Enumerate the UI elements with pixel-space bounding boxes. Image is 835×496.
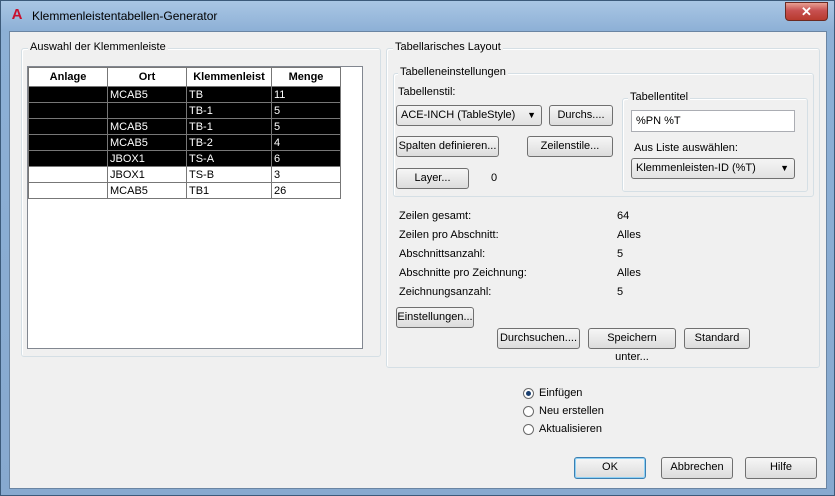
total-rows-value: 64 bbox=[617, 210, 630, 222]
total-rows-label: Zeilen gesamt: bbox=[399, 210, 472, 222]
terminal-strip-grid[interactable]: Anlage Ort Klemmenleist Menge MCAB5 TB 11 T… bbox=[27, 66, 363, 349]
cell-anlage bbox=[28, 134, 108, 151]
cell-anlage bbox=[28, 86, 108, 103]
table-row[interactable]: JBOX1 TS-A 6 bbox=[28, 150, 341, 167]
cell-anlage bbox=[28, 182, 108, 199]
define-columns-button[interactable]: Spalten definieren... bbox=[396, 136, 499, 157]
create-new-label[interactable]: Neu erstellen bbox=[539, 405, 604, 417]
title-bar[interactable]: A Klemmenleistentabellen-Generator ✕ bbox=[1, 1, 834, 31]
cell-ort: MCAB5 bbox=[107, 118, 187, 135]
drawing-count-value: 5 bbox=[617, 286, 624, 298]
cell-menge: 4 bbox=[271, 134, 341, 151]
chevron-down-icon: ▼ bbox=[780, 163, 789, 173]
cell-ort: MCAB5 bbox=[107, 86, 187, 103]
create-new-radio[interactable] bbox=[523, 406, 534, 417]
cell-anlage bbox=[28, 166, 108, 183]
standard-button[interactable]: Standard bbox=[684, 328, 750, 349]
cell-klemmenleiste: TS-B bbox=[186, 166, 272, 183]
column-header-ort[interactable]: Ort bbox=[107, 67, 187, 87]
table-title-label: Tabellentitel bbox=[628, 91, 691, 103]
rows-per-section-label: Zeilen pro Abschnitt: bbox=[399, 229, 499, 241]
cell-ort bbox=[107, 102, 187, 119]
title-token-dropdown[interactable]: Klemmenleisten-ID (%T) ▼ bbox=[631, 158, 795, 179]
terminal-strip-table: Anlage Ort Klemmenleist Menge MCAB5 TB 11 T… bbox=[28, 67, 341, 199]
terminal-strip-selection-label: Auswahl der Klemmenleiste bbox=[28, 41, 168, 53]
cell-menge: 6 bbox=[271, 150, 341, 167]
table-style-dropdown[interactable]: ACE-INCH (TableStyle) ▼ bbox=[396, 105, 542, 126]
cell-anlage bbox=[28, 150, 108, 167]
cell-menge: 3 bbox=[271, 166, 341, 183]
layer-button[interactable]: Layer... bbox=[396, 168, 469, 189]
sections-per-drawing-value: Alles bbox=[617, 267, 641, 279]
cell-menge: 5 bbox=[271, 102, 341, 119]
drawing-count-label: Zeichnungsanzahl: bbox=[399, 286, 492, 298]
table-row[interactable]: MCAB5 TB-2 4 bbox=[28, 134, 341, 151]
cell-menge: 5 bbox=[271, 118, 341, 135]
table-row[interactable]: TB-1 5 bbox=[28, 102, 341, 119]
help-button[interactable]: Hilfe bbox=[745, 457, 817, 479]
dialog-body: Auswahl der Klemmenleiste Anlage Ort Kle… bbox=[9, 31, 827, 489]
save-as-button[interactable]: Speichern unter... bbox=[588, 328, 676, 363]
cell-ort: JBOX1 bbox=[107, 166, 187, 183]
table-title-input[interactable]: %PN %T bbox=[631, 110, 795, 132]
cell-klemmenleiste: TB bbox=[186, 86, 272, 103]
window-title: Klemmenleistentabellen-Generator bbox=[32, 9, 218, 23]
cell-klemmenleiste: TB-2 bbox=[186, 134, 272, 151]
cell-menge: 11 bbox=[271, 86, 341, 103]
layer-count: 0 bbox=[491, 172, 498, 184]
ok-button[interactable]: OK bbox=[574, 457, 646, 479]
update-radio[interactable] bbox=[523, 424, 534, 435]
chevron-down-icon: ▼ bbox=[527, 110, 536, 120]
cell-klemmenleiste: TB-1 bbox=[186, 118, 272, 135]
section-count-label: Abschnittsanzahl: bbox=[399, 248, 486, 260]
insert-label[interactable]: Einfügen bbox=[539, 387, 582, 399]
settings-button[interactable]: Einstellungen... bbox=[396, 307, 474, 328]
cell-klemmenleiste: TB1 bbox=[186, 182, 272, 199]
title-token-value: Klemmenleisten-ID (%T) bbox=[636, 162, 756, 174]
cell-anlage bbox=[28, 102, 108, 119]
table-row[interactable]: JBOX1 TS-B 3 bbox=[28, 166, 341, 183]
update-label[interactable]: Aktualisieren bbox=[539, 423, 602, 435]
rows-per-section-value: Alles bbox=[617, 229, 641, 241]
section-count-value: 5 bbox=[617, 248, 624, 260]
cell-anlage bbox=[28, 118, 108, 135]
table-style-label: Tabellenstil: bbox=[398, 86, 456, 98]
browse-style-button[interactable]: Durchs.... bbox=[549, 105, 613, 126]
search-button[interactable]: Durchsuchen.... bbox=[497, 328, 580, 349]
column-header-anlage[interactable]: Anlage bbox=[28, 67, 108, 87]
autocad-app-icon: A bbox=[11, 6, 23, 23]
table-settings-label: Tabelleneinstellungen bbox=[398, 66, 508, 78]
table-header-row: Anlage Ort Klemmenleist Menge bbox=[28, 67, 341, 87]
cell-ort: JBOX1 bbox=[107, 150, 187, 167]
cancel-button[interactable]: Abbrechen bbox=[661, 457, 733, 479]
pick-from-list-label: Aus Liste auswählen: bbox=[634, 142, 738, 154]
cell-ort: MCAB5 bbox=[107, 134, 187, 151]
column-header-menge[interactable]: Menge bbox=[271, 67, 341, 87]
tabular-layout-label: Tabellarisches Layout bbox=[393, 41, 503, 53]
table-style-value: ACE-INCH (TableStyle) bbox=[401, 109, 516, 121]
sections-per-drawing-label: Abschnitte pro Zeichnung: bbox=[399, 267, 527, 279]
cell-klemmenleiste: TB-1 bbox=[186, 102, 272, 119]
cell-klemmenleiste: TS-A bbox=[186, 150, 272, 167]
table-row[interactable]: MCAB5 TB1 26 bbox=[28, 182, 341, 199]
dialog-window: A Klemmenleistentabellen-Generator ✕ Aus… bbox=[0, 0, 835, 496]
cell-menge: 26 bbox=[271, 182, 341, 199]
insert-radio[interactable] bbox=[523, 388, 534, 399]
close-button[interactable]: ✕ bbox=[785, 2, 828, 21]
row-styles-button[interactable]: Zeilenstile... bbox=[527, 136, 613, 157]
table-row[interactable]: MCAB5 TB 11 bbox=[28, 86, 341, 103]
table-row[interactable]: MCAB5 TB-1 5 bbox=[28, 118, 341, 135]
column-header-klemmenleiste[interactable]: Klemmenleist bbox=[186, 67, 272, 87]
cell-ort: MCAB5 bbox=[107, 182, 187, 199]
